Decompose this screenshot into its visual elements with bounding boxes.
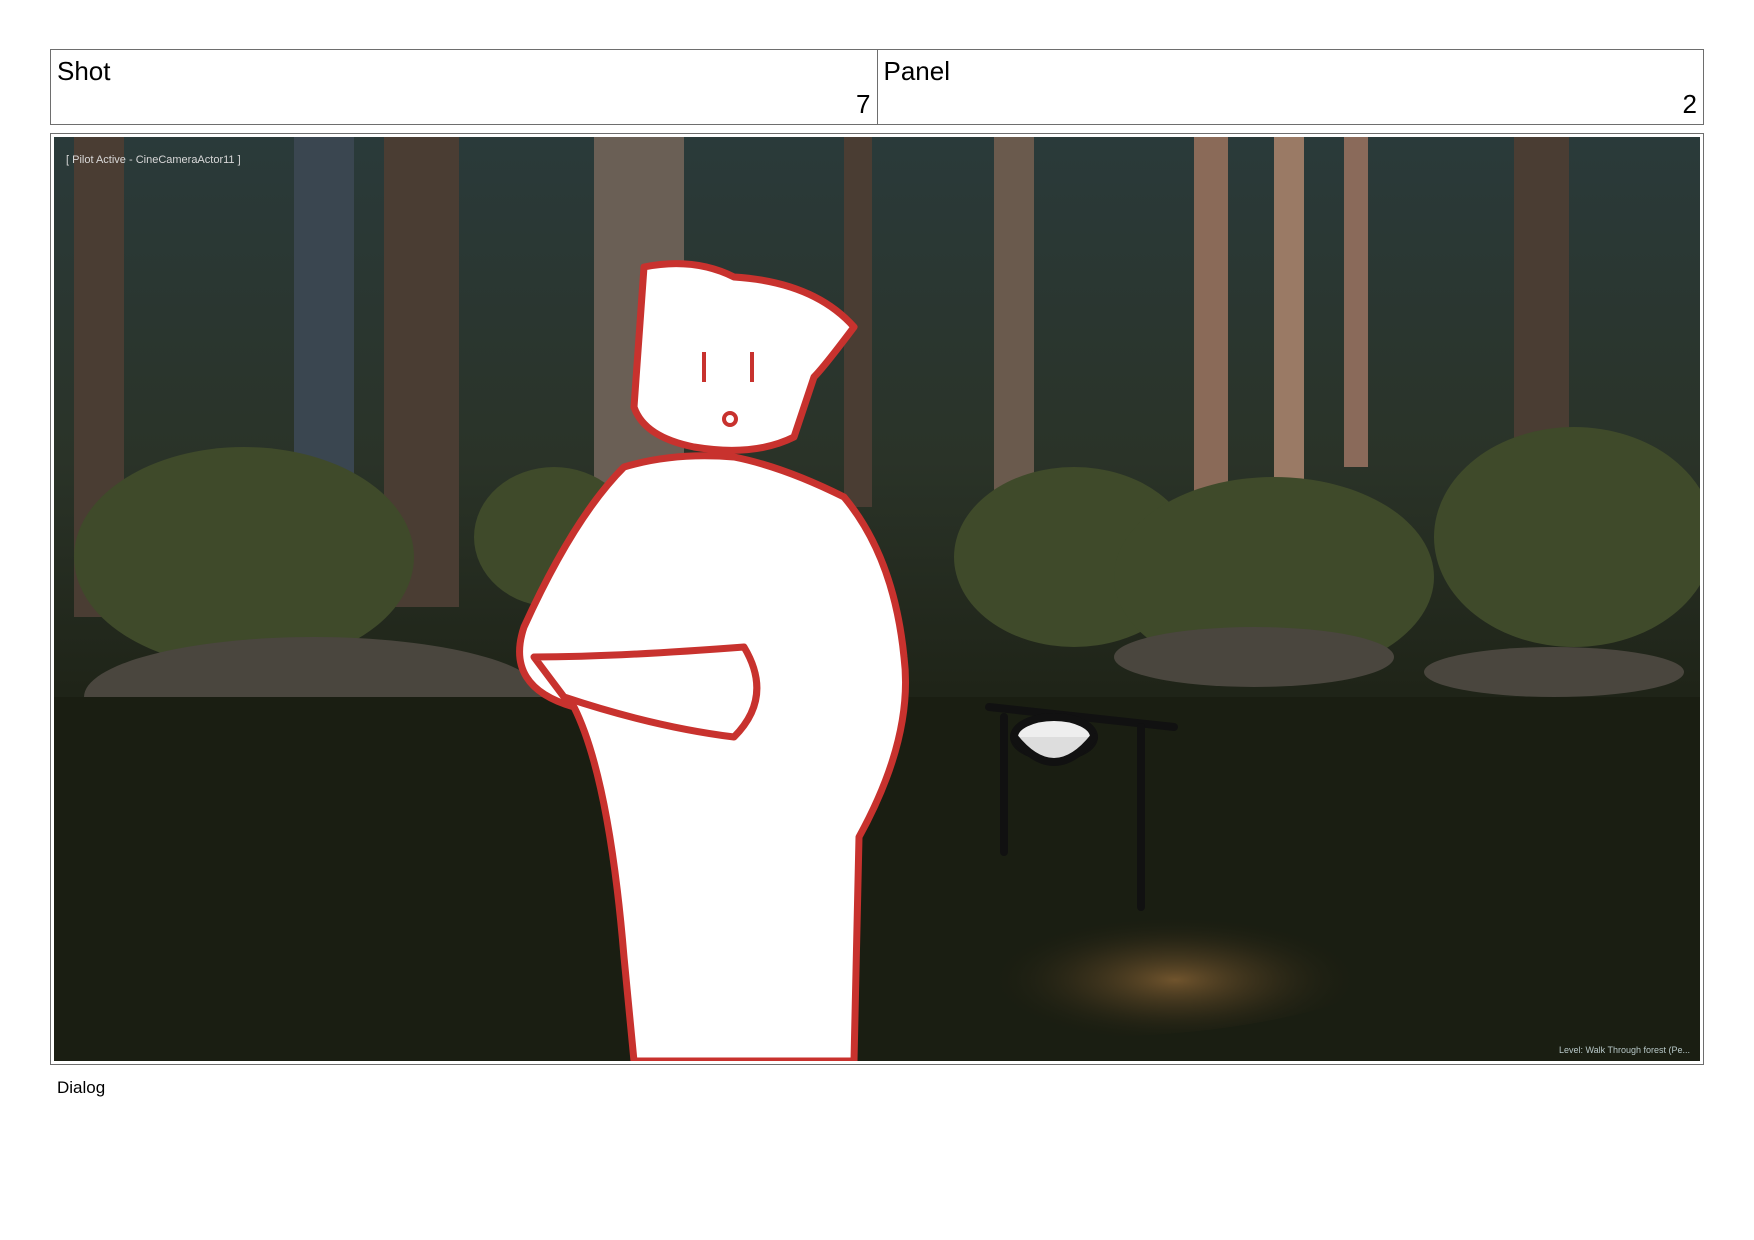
panel-cell: Panel 2 <box>876 50 1704 124</box>
panel-number: 2 <box>1682 89 1697 119</box>
shot-label: Shot <box>57 56 111 86</box>
level-overlay-label: Level: Walk Through forest (Pe... <box>1559 1045 1690 1055</box>
shot-number: 7 <box>856 89 871 119</box>
shot-panel-header: Shot 7 Panel 2 <box>50 49 1704 125</box>
storyboard-panel-frame: [ Pilot Active - CineCameraActor11 ] Lev… <box>50 133 1704 1065</box>
panel-label: Panel <box>883 56 951 86</box>
storyboard-frame-image: [ Pilot Active - CineCameraActor11 ] Lev… <box>54 137 1700 1061</box>
dialog-label: Dialog <box>57 1078 106 1097</box>
camera-overlay-label: [ Pilot Active - CineCameraActor11 ] <box>66 154 241 166</box>
shot-cell: Shot 7 <box>51 50 877 124</box>
